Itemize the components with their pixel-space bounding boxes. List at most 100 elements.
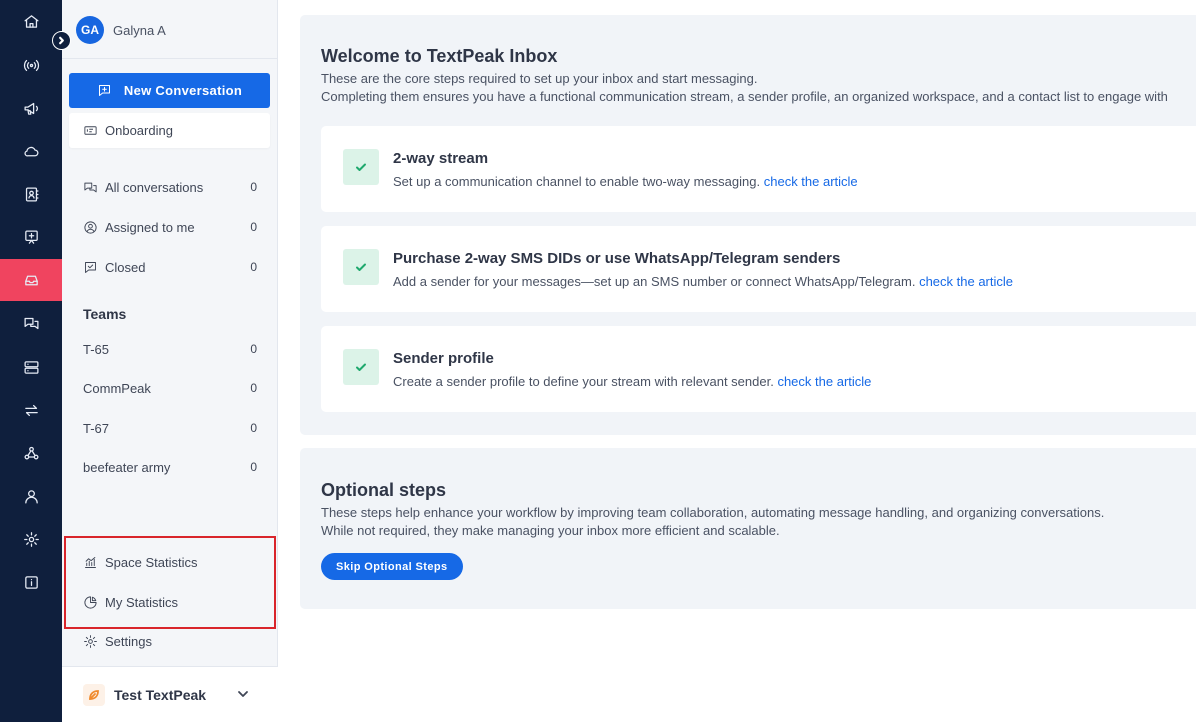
step-description-text: Set up a communication channel to enable… [393,174,761,189]
step-completed-badge [343,349,379,385]
sidebar-team-t-65[interactable]: T-65 0 [83,338,257,360]
inbox-sidebar: GA Galyna A New Conversation Onboarding … [62,0,278,722]
settings-gear-icon [23,531,39,547]
check-article-link[interactable]: check the article [919,274,1013,289]
user-name: Galyna A [113,22,166,38]
divider [62,58,278,59]
swap-arrows-icon [24,404,38,416]
check-icon [356,263,366,271]
chat-screen-icon [24,229,38,244]
check-icon [356,363,366,371]
step-description-text: Create a sender profile to define your s… [393,374,774,389]
user-profile[interactable]: GA Galyna A [76,16,166,44]
rail-webhooks[interactable] [0,432,62,474]
team-count: 0 [250,421,257,435]
sidebar-item-assigned-to-me[interactable]: Assigned to me 0 [83,216,257,238]
rail-conversations[interactable] [0,302,62,344]
ticket-icon [84,126,97,135]
team-label: beefeater army [83,459,171,475]
new-message-icon [98,85,110,96]
sidebar-item-count: 0 [250,260,257,274]
welcome-title: Welcome to TextPeak Inbox [321,46,558,66]
step-completed-badge [343,249,379,285]
home-icon [23,14,39,28]
team-label: T-65 [83,341,110,357]
step-card-2-way-stream: 2-way stream Set up a communication chan… [321,126,1196,212]
rail-inbox[interactable] [0,259,62,301]
bar-chart-icon [85,556,96,568]
check-article-link[interactable]: check the article [777,374,871,389]
sidebar-item-label: All conversations [105,179,204,195]
sidebar-team-commpeak[interactable]: CommPeak 0 [83,377,257,399]
sidebar-item-my-statistics[interactable]: My Statistics [83,591,257,613]
sidebar-item-label: Closed [105,259,146,275]
step-title: Purchase 2-way SMS DIDs or use WhatsApp/… [393,250,841,267]
step-title: Sender profile [393,350,494,367]
welcome-description-line1: These are the core steps required to set… [321,71,758,86]
team-count: 0 [250,342,257,356]
broadcast-icon [23,59,39,71]
rail-servers[interactable] [0,346,62,388]
sidebar-item-label: Settings [105,633,152,649]
server-icon [23,360,39,374]
team-label: T-67 [83,420,110,436]
rail-cloud[interactable] [0,130,62,172]
optional-description-line2: While not required, they make managing y… [321,523,780,538]
workspace-name: Test TextPeak [114,686,207,703]
rail-profile[interactable] [0,475,62,517]
step-description: Create a sender profile to define your s… [393,374,871,389]
workspace-switcher[interactable]: Test TextPeak [62,666,278,722]
check-article-link[interactable]: check the article [764,174,858,189]
inbox-icon [24,275,38,285]
rail-chat-screen[interactable] [0,216,62,258]
optional-steps-title: Optional steps [321,480,447,500]
teams-heading: Teams [83,306,127,322]
rail-swap[interactable] [0,389,62,431]
onboarding-item[interactable]: Onboarding [69,113,270,148]
step-description: Add a sender for your messages—set up an… [393,274,1013,289]
info-icon [24,575,38,589]
step-card-sender-profile: Sender profile Create a sender profile t… [321,326,1196,412]
webhook-icon [23,446,39,459]
optional-steps-card: Optional steps These steps help enhance … [300,448,1196,609]
sidebar-collapse-toggle[interactable] [52,31,71,50]
step-title: 2-way stream [393,150,489,167]
step-description-text: Add a sender for your messages—set up an… [393,274,916,289]
user-circle-icon [84,220,97,234]
sidebar-item-settings[interactable]: Settings [83,630,257,652]
contacts-book-icon [25,186,39,202]
team-count: 0 [250,381,257,395]
sidebar-item-space-statistics[interactable]: Space Statistics [83,551,257,573]
onboarding-label: Onboarding [105,123,173,138]
rail-info[interactable] [0,561,62,603]
check-icon [356,163,366,171]
sidebar-item-label: My Statistics [105,594,178,610]
main-content: Welcome to TextPeak Inbox These are the … [278,0,1196,722]
sidebar-team-beefeater-army[interactable]: beefeater army 0 [83,456,257,478]
new-conversation-button[interactable]: New Conversation [69,73,270,108]
rail-broadcast[interactable] [0,44,62,86]
step-description: Set up a communication channel to enable… [393,174,858,189]
step-completed-badge [343,149,379,185]
icon-rail [0,0,62,722]
rail-contacts[interactable] [0,173,62,215]
welcome-description-line2: Completing them ensures you have a funct… [321,89,1168,104]
chevron-right-icon [59,36,64,45]
skip-optional-steps-button[interactable]: Skip Optional Steps [321,553,463,580]
sidebar-item-label: Assigned to me [105,219,195,235]
sidebar-item-count: 0 [250,220,257,234]
team-count: 0 [250,460,257,474]
avatar: GA [76,16,104,44]
rail-campaigns[interactable] [0,87,62,129]
chevron-down-icon [236,687,250,701]
sidebar-team-t-67[interactable]: T-67 0 [83,417,257,439]
sidebar-item-all-conversations[interactable]: All conversations 0 [83,176,257,198]
new-conversation-label: New Conversation [123,83,243,98]
leaf-icon [89,689,99,700]
optional-description-line1: These steps help enhance your workflow b… [321,505,1105,520]
chat-check-icon [85,261,96,273]
welcome-card: Welcome to TextPeak Inbox These are the … [300,15,1196,435]
sidebar-item-count: 0 [250,180,257,194]
sidebar-item-closed[interactable]: Closed 0 [83,256,257,278]
rail-settings[interactable] [0,518,62,560]
